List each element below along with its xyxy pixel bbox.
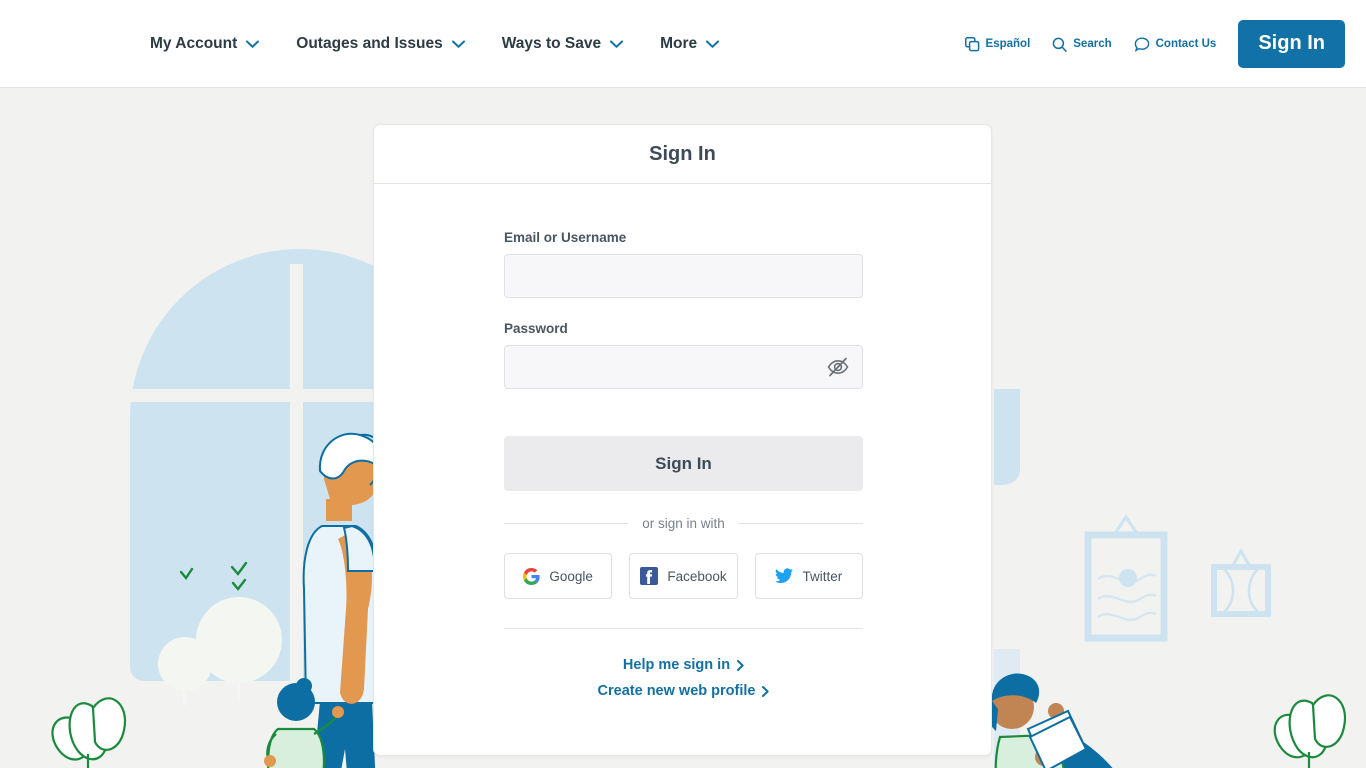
nav-item-label: More <box>660 34 698 52</box>
card-title: Sign In <box>649 142 716 165</box>
nav-item-label: Ways to Save <box>501 34 602 52</box>
social-button-label: Twitter <box>802 568 843 584</box>
search-button[interactable]: Search <box>1052 37 1112 52</box>
chevron-right-icon <box>762 685 770 697</box>
chevron-down-icon <box>246 40 260 48</box>
header-sign-in-button[interactable]: Sign In <box>1238 20 1345 68</box>
submit-sign-in-button[interactable]: Sign In <box>504 436 863 491</box>
site-header: My Account Outages and Issues Ways to Sa… <box>0 0 1366 88</box>
chevron-down-icon <box>451 40 465 48</box>
social-sign-in-buttons: Google Facebook Twitter <box>504 553 863 599</box>
utility-label: Search <box>1073 38 1112 50</box>
google-sign-in-button[interactable]: Google <box>504 553 613 599</box>
card-header: Sign In <box>374 125 991 184</box>
main-navigation: My Account Outages and Issues Ways to Sa… <box>150 34 720 53</box>
google-icon <box>523 567 541 585</box>
nav-item-ways-to-save[interactable]: Ways to Save <box>501 34 624 53</box>
social-divider: or sign in with <box>504 516 864 531</box>
password-input[interactable] <box>505 346 862 388</box>
nav-item-label: Outages and Issues <box>296 34 443 52</box>
email-field-label: Email or Username <box>504 230 627 245</box>
password-field-label: Password <box>504 321 568 336</box>
social-button-label: Google <box>549 568 593 584</box>
help-me-sign-in-link[interactable]: Help me sign in <box>623 657 744 673</box>
email-field[interactable] <box>504 254 863 298</box>
bottom-separator <box>504 628 863 629</box>
password-visibility-toggle[interactable] <box>826 355 850 379</box>
utility-label: Español <box>985 38 1031 50</box>
link-label: Create new web profile <box>597 683 756 699</box>
search-icon <box>1052 37 1068 52</box>
sign-in-card: Sign In Email or Username Password Sign … <box>373 124 992 756</box>
chevron-down-icon <box>706 40 720 48</box>
twitter-icon <box>775 568 794 584</box>
chevron-right-icon <box>737 659 744 671</box>
social-button-label: Facebook <box>667 568 727 584</box>
card-body: Email or Username Password Sign In or si… <box>374 184 991 708</box>
eye-off-icon <box>827 357 849 377</box>
language-copy-icon <box>964 36 979 51</box>
chat-bubble-icon <box>1134 36 1149 52</box>
facebook-sign-in-button[interactable]: Facebook <box>629 553 738 599</box>
divider-line-left <box>504 523 629 524</box>
chevron-down-icon <box>610 40 624 48</box>
language-toggle-espanol[interactable]: Español <box>964 36 1031 52</box>
link-label: Help me sign in <box>622 657 731 673</box>
email-input[interactable] <box>505 255 862 297</box>
nav-item-label: My Account <box>150 34 238 52</box>
twitter-sign-in-button[interactable]: Twitter <box>754 553 863 599</box>
utility-label: Contact Us <box>1155 38 1217 50</box>
nav-item-outages-and-issues[interactable]: Outages and Issues <box>296 34 465 53</box>
divider-line-right <box>738 523 864 524</box>
create-new-web-profile-link[interactable]: Create new web profile <box>598 683 770 699</box>
header-utilities: Español Search Contact Us Sign In <box>964 0 1366 88</box>
divider-label: or sign in with <box>642 516 725 531</box>
nav-item-my-account[interactable]: My Account <box>150 34 260 53</box>
password-field[interactable] <box>504 345 863 389</box>
contact-us-link[interactable]: Contact Us <box>1134 36 1217 52</box>
facebook-icon <box>640 567 659 585</box>
help-links: Help me sign in Create new web profile <box>504 656 863 708</box>
nav-item-more[interactable]: More <box>660 34 720 53</box>
